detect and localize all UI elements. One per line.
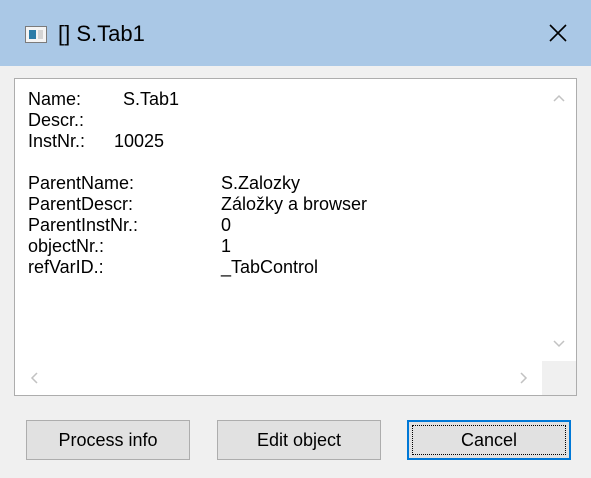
instnr-row: InstNr.: 10025 <box>28 131 367 152</box>
info-text-area[interactable]: Name: S.Tab1 Descr.: InstNr.: 10025 Parent… <box>14 78 577 396</box>
chevron-up-icon <box>553 94 565 102</box>
descr-label: Descr.: <box>28 110 85 130</box>
close-icon <box>549 24 567 42</box>
parent-descr-row: ParentDescr: Záložky a browser <box>28 194 367 215</box>
name-label: Name: <box>28 89 82 109</box>
instnr-label: InstNr.: <box>28 131 86 151</box>
vertical-scrollbar[interactable] <box>542 79 576 361</box>
parent-instnr-value: 0 <box>221 215 232 235</box>
parent-name-label: ParentName: <box>28 173 135 193</box>
cancel-button[interactable]: Cancel <box>407 420 571 460</box>
scroll-down-button[interactable] <box>551 335 567 351</box>
objectnr-label: objectNr.: <box>28 236 105 256</box>
chevron-right-icon <box>520 372 528 384</box>
title-bar: [] S.Tab1 <box>0 0 591 66</box>
scroll-up-button[interactable] <box>551 91 567 107</box>
parent-name-row: ParentName: S.Zalozky <box>28 173 367 194</box>
objectnr-value: 1 <box>221 236 232 256</box>
parent-name-value: S.Zalozky <box>221 173 301 193</box>
focus-rectangle <box>412 425 566 455</box>
window-title: [] S.Tab1 <box>58 21 145 46</box>
name-value: S.Tab1 <box>123 89 180 109</box>
chevron-down-icon <box>553 340 565 348</box>
scrollbar-corner <box>542 361 576 395</box>
descr-row: Descr.: <box>28 110 367 131</box>
process-info-button[interactable]: Process info <box>26 420 190 460</box>
refvarid-label: refVarID.: <box>28 257 104 277</box>
name-row: Name: S.Tab1 <box>28 89 367 110</box>
refvarid-row: refVarID.: _TabControl <box>28 257 367 278</box>
objectnr-row: objectNr.: 1 <box>28 236 367 257</box>
chevron-left-icon <box>30 372 38 384</box>
parent-descr-value: Záložky a browser <box>221 194 368 214</box>
scroll-right-button[interactable] <box>515 370 531 386</box>
close-button[interactable] <box>538 14 578 52</box>
info-content: Name: S.Tab1 Descr.: InstNr.: 10025 Parent… <box>28 89 367 278</box>
refvarid-value: _TabControl <box>221 257 319 277</box>
parent-instnr-label: ParentInstNr.: <box>28 215 139 235</box>
instnr-value: 10025 <box>114 131 165 151</box>
parent-instnr-row: ParentInstNr.: 0 <box>28 215 367 236</box>
edit-object-button[interactable]: Edit object <box>217 420 381 460</box>
horizontal-scrollbar[interactable] <box>15 361 543 395</box>
window-app-icon <box>25 26 47 43</box>
parent-descr-label: ParentDescr: <box>28 194 134 214</box>
scroll-left-button[interactable] <box>27 370 43 386</box>
